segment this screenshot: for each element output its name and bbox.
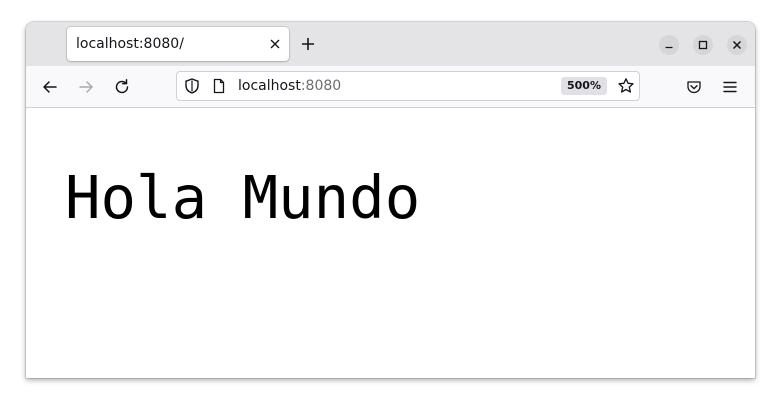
document-icon[interactable] xyxy=(210,77,228,95)
page-heading: Hola Mundo xyxy=(65,163,421,232)
url-bar[interactable]: localhost:8080 500% xyxy=(176,71,640,101)
plus-icon[interactable] xyxy=(300,36,316,52)
tab-strip: localhost:8080/ xyxy=(26,22,755,66)
pocket-icon[interactable] xyxy=(685,78,703,96)
reload-icon[interactable] xyxy=(113,78,131,96)
close-window-icon[interactable] xyxy=(727,35,747,55)
arrow-right-icon[interactable] xyxy=(77,78,95,96)
shield-icon[interactable] xyxy=(183,77,201,95)
tab-active[interactable]: localhost:8080/ xyxy=(67,27,289,61)
url-port: :8080 xyxy=(300,78,342,94)
hamburger-menu-icon[interactable] xyxy=(721,78,739,96)
tab-title: localhost:8080/ xyxy=(76,36,184,52)
url-host: localhost xyxy=(238,78,301,94)
page-content: Hola Mundo xyxy=(26,108,755,378)
browser-window: localhost:8080/ localhost:8080 500% Hola… xyxy=(26,22,755,378)
close-icon[interactable] xyxy=(267,36,283,52)
arrow-left-icon[interactable] xyxy=(41,78,59,96)
maximize-icon[interactable] xyxy=(693,35,713,55)
star-icon[interactable] xyxy=(617,77,635,95)
url-text[interactable]: localhost:8080 xyxy=(238,78,341,94)
zoom-level-badge[interactable]: 500% xyxy=(561,77,607,95)
minimize-icon[interactable] xyxy=(659,35,679,55)
navigation-toolbar: localhost:8080 500% xyxy=(26,66,755,108)
